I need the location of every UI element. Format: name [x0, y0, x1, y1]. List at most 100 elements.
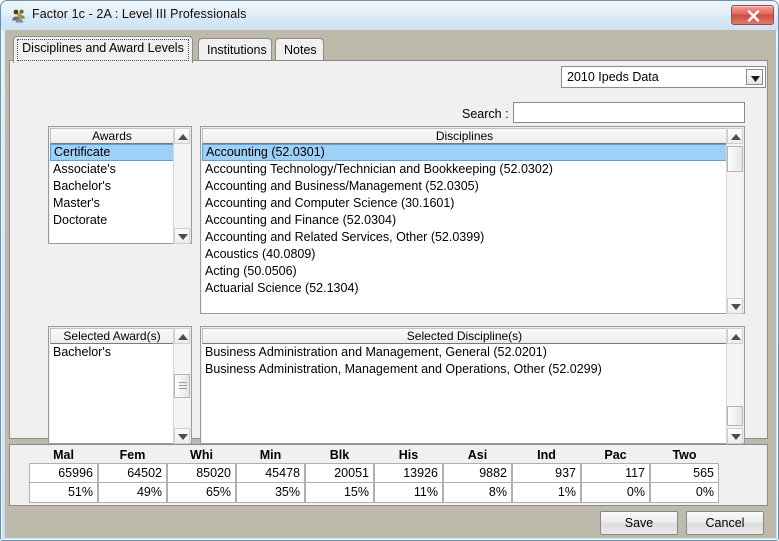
stat-count: 85020	[167, 463, 236, 483]
disciplines-listbox[interactable]: Disciplines Accounting (52.0301) Account…	[200, 126, 745, 314]
stat-header: Min	[259, 448, 282, 462]
list-item[interactable]: Accounting Technology/Technician and Boo…	[202, 161, 727, 178]
stat-column-blk: Blk 20051 15%	[305, 447, 374, 503]
scrollbar-thumb[interactable]	[174, 374, 190, 398]
stat-percent: 1%	[512, 483, 581, 503]
awards-list[interactable]: Certificate Associate's Bachelor's Maste…	[50, 144, 174, 243]
awards-scrollbar[interactable]	[173, 128, 190, 244]
list-item[interactable]: Doctorate	[50, 212, 174, 229]
caret-up-icon	[178, 134, 188, 140]
dataset-selected-value: 2010 Ipeds Data	[567, 70, 659, 84]
chevron-down-icon	[751, 76, 760, 82]
people-group-icon	[11, 8, 27, 24]
awards-listbox[interactable]: Awards Certificate Associate's Bachelor'…	[48, 126, 192, 244]
scroll-down-button[interactable]	[174, 428, 190, 444]
tab-disciplines-and-award-levels[interactable]: Disciplines and Award Levels	[13, 36, 193, 63]
caret-down-icon	[178, 234, 188, 240]
list-item[interactable]: Accounting and Finance (52.0304)	[202, 212, 727, 229]
tab-label: Institutions	[207, 43, 267, 57]
stat-percent: 49%	[98, 483, 167, 503]
stat-percent: 0%	[650, 483, 719, 503]
list-item[interactable]: Master's	[50, 195, 174, 212]
stat-count: 117	[581, 463, 650, 483]
list-item[interactable]: Business Administration and Management, …	[202, 344, 727, 361]
tab-institutions[interactable]: Institutions	[198, 38, 272, 61]
cancel-button[interactable]: Cancel	[686, 511, 764, 535]
stat-column-asi: Asi 9882 8%	[443, 447, 512, 503]
caret-up-icon	[731, 334, 741, 340]
scrollbar-thumb[interactable]	[727, 146, 743, 172]
stat-percent: 11%	[374, 483, 443, 503]
stat-column-fem: Fem 64502 49%	[98, 447, 167, 503]
stat-count: 9882	[443, 463, 512, 483]
stat-count: 45478	[236, 463, 305, 483]
selected-disciplines-listbox[interactable]: Selected Discipline(s) Business Administ…	[200, 326, 745, 444]
selected-disciplines-header: Selected Discipline(s)	[202, 328, 727, 344]
list-item[interactable]: Business Administration, Management and …	[202, 361, 727, 378]
stat-count: 13926	[374, 463, 443, 483]
tab-notes[interactable]: Notes	[275, 38, 324, 61]
scroll-down-button[interactable]	[727, 428, 743, 444]
stat-count: 65996	[29, 463, 98, 483]
stat-column-pac: Pac 117 0%	[581, 447, 650, 503]
list-item[interactable]: Accounting (52.0301)	[202, 144, 727, 161]
save-button[interactable]: Save	[600, 511, 678, 535]
scroll-up-button[interactable]	[727, 328, 743, 344]
list-item[interactable]: Associate's	[50, 161, 174, 178]
stat-column-whi: Whi 85020 65%	[167, 447, 236, 503]
stat-percent: 0%	[581, 483, 650, 503]
list-item[interactable]: Bachelor's	[50, 178, 174, 195]
window-title: Factor 1c - 2A : Level III Professionals	[32, 7, 247, 21]
stat-percent: 65%	[167, 483, 236, 503]
selected-awards-scrollbar[interactable]	[173, 328, 190, 444]
caret-up-icon	[731, 134, 741, 140]
disciplines-scrollbar[interactable]	[726, 128, 743, 314]
demographics-stats-panel: Mal 65996 51% Fem 64502 49% Whi 85020 65…	[9, 444, 768, 506]
list-item[interactable]: Acoustics (40.0809)	[202, 246, 727, 263]
scrollbar-thumb[interactable]	[727, 406, 743, 426]
scrollbar-grip-icon	[179, 382, 187, 390]
close-icon	[747, 10, 760, 22]
list-item[interactable]: Accounting and Related Services, Other (…	[202, 229, 727, 246]
list-item[interactable]: Actuarial Science (52.1304)	[202, 280, 727, 297]
stat-count: 565	[650, 463, 719, 483]
caret-down-icon	[731, 434, 741, 440]
disciplines-list[interactable]: Accounting (52.0301) Accounting Technolo…	[202, 144, 727, 313]
scroll-up-button[interactable]	[174, 128, 190, 144]
stat-header: Asi	[467, 448, 488, 462]
stat-column-mal: Mal 65996 51%	[29, 447, 98, 503]
stat-header: Two	[672, 448, 697, 462]
list-item[interactable]: Accounting and Computer Science (30.1601…	[202, 195, 727, 212]
stat-percent: 35%	[236, 483, 305, 503]
stat-percent: 15%	[305, 483, 374, 503]
scroll-down-button[interactable]	[727, 298, 743, 314]
selected-disciplines-scrollbar[interactable]	[726, 328, 743, 444]
tab-label: Notes	[284, 43, 317, 57]
list-item[interactable]: Certificate	[50, 144, 174, 161]
scroll-down-button[interactable]	[174, 228, 190, 244]
client-area: Disciplines and Award Levels Institution…	[5, 30, 776, 538]
caret-down-icon	[178, 434, 188, 440]
selected-disciplines-list[interactable]: Business Administration and Management, …	[202, 344, 727, 443]
stat-column-min: Min 45478 35%	[236, 447, 305, 503]
selected-awards-header: Selected Award(s)	[50, 328, 174, 344]
stat-header: Blk	[329, 448, 350, 462]
list-item[interactable]: Bachelor's	[50, 344, 174, 361]
awards-header: Awards	[50, 128, 174, 144]
list-item[interactable]: Accounting and Business/Management (52.0…	[202, 178, 727, 195]
stat-column-ind: Ind 937 1%	[512, 447, 581, 503]
stat-header: Ind	[537, 448, 556, 462]
dataset-select[interactable]: 2010 Ipeds Data	[561, 66, 766, 88]
selected-awards-list[interactable]: Bachelor's	[50, 344, 174, 443]
selected-awards-listbox[interactable]: Selected Award(s) Bachelor's	[48, 326, 192, 444]
scroll-up-button[interactable]	[174, 328, 190, 344]
close-button[interactable]	[731, 5, 774, 25]
stat-header: Fem	[119, 448, 146, 462]
disciplines-header: Disciplines	[202, 128, 727, 144]
scroll-up-button[interactable]	[727, 128, 743, 144]
caret-up-icon	[178, 334, 188, 340]
dropdown-button[interactable]	[746, 69, 763, 85]
search-input[interactable]	[513, 102, 745, 123]
list-item[interactable]: Acting (50.0506)	[202, 263, 727, 280]
stat-column-his: His 13926 11%	[374, 447, 443, 503]
